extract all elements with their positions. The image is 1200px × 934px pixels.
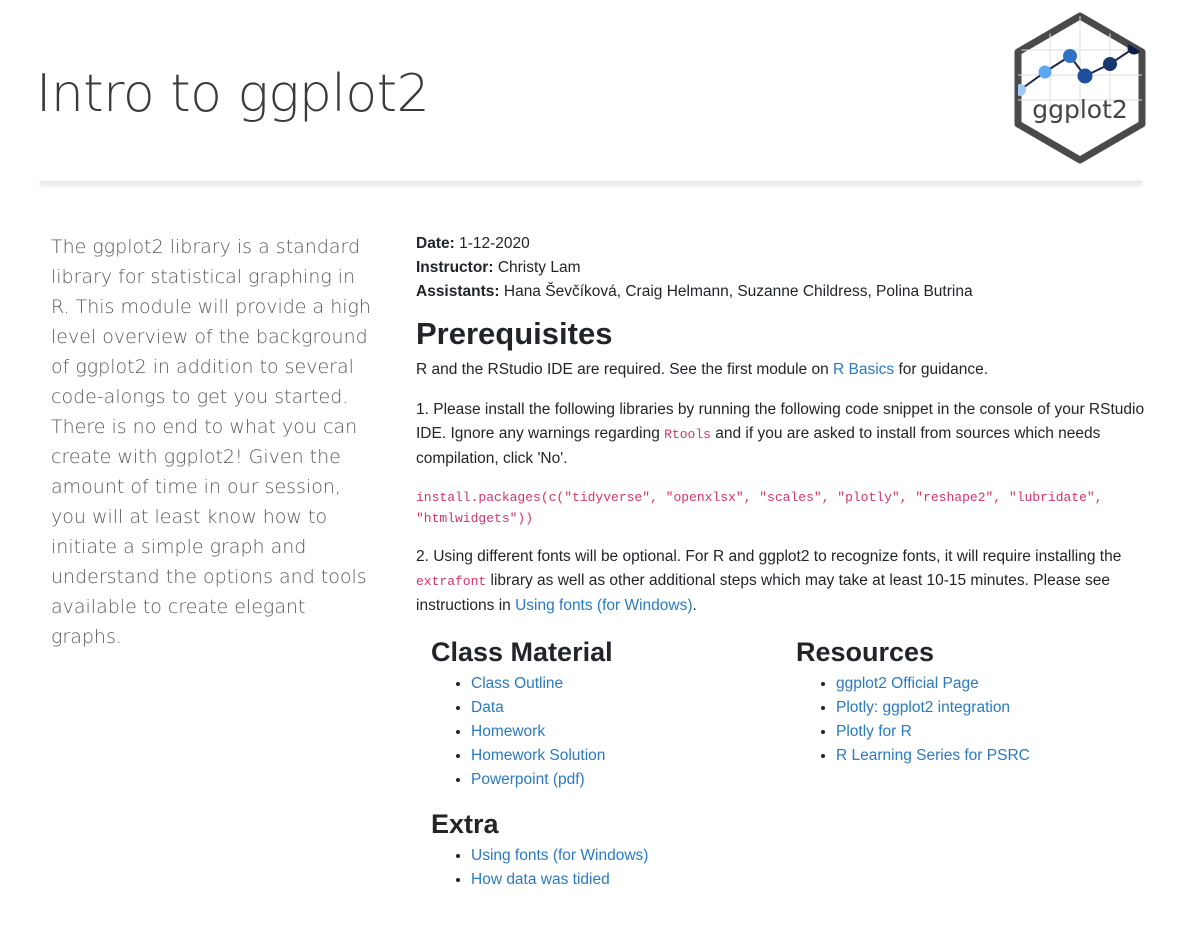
header-divider xyxy=(40,181,1142,183)
instructor-label: Instructor: xyxy=(416,259,494,276)
using-fonts-link[interactable]: Using fonts (for Windows) xyxy=(515,597,692,614)
assistants-value: Hana Ševčíková, Craig Helmann, Suzanne C… xyxy=(503,283,973,300)
ggplot2-logo: ggplot2 xyxy=(1014,12,1146,164)
assistants-label: Assistants: xyxy=(416,283,500,300)
step2-text: 2. Using different fonts will be optiona… xyxy=(416,548,1122,565)
instructor-line: Instructor: Christy Lam xyxy=(416,256,1156,280)
plotly-for-r-link[interactable]: Plotly for R xyxy=(836,723,912,740)
list-item: ggplot2 Official Page xyxy=(836,672,1030,696)
list-item: R Learning Series for PSRC xyxy=(836,744,1030,768)
install-code-snippet: install.packages(c("tidyverse", "openxls… xyxy=(416,490,1103,526)
extrafont-code: extrafont xyxy=(416,574,487,589)
intro-text-end: for guidance. xyxy=(894,361,989,378)
powerpoint-link[interactable]: Powerpoint (pdf) xyxy=(471,771,585,788)
using-fonts-extra-link[interactable]: Using fonts (for Windows) xyxy=(471,847,648,864)
list-item: Powerpoint (pdf) xyxy=(471,768,648,792)
materials-section: Class Material Class Outline Data Homewo… xyxy=(416,634,1156,934)
extra-heading: Extra xyxy=(431,809,499,839)
list-item: Homework xyxy=(471,720,648,744)
class-material-column: Class Material Class Outline Data Homewo… xyxy=(431,634,648,892)
homework-solution-link[interactable]: Homework Solution xyxy=(471,747,605,764)
class-material-heading: Class Material xyxy=(431,637,613,667)
logo-text: ggplot2 xyxy=(1032,95,1128,124)
resources-heading: Resources xyxy=(796,637,935,667)
prerequisites-intro: R and the RStudio IDE are required. See … xyxy=(416,358,1156,382)
extra-list: Using fonts (for Windows) How data was t… xyxy=(431,844,648,892)
install-step-2: 2. Using different fonts will be optiona… xyxy=(416,545,1156,618)
plotly-ggplot2-link[interactable]: Plotly: ggplot2 integration xyxy=(836,699,1010,716)
list-item: How data was tidied xyxy=(471,868,648,892)
resources-list: ggplot2 Official Page Plotly: ggplot2 in… xyxy=(796,672,1030,768)
assistants-line: Assistants: Hana Ševčíková, Craig Helman… xyxy=(416,280,1156,304)
list-item: Homework Solution xyxy=(471,744,648,768)
prerequisites-heading: Prerequisites xyxy=(416,316,613,351)
list-item: Plotly for R xyxy=(836,720,1030,744)
step2-text-end: . xyxy=(692,597,697,614)
instructor-value: Christy Lam xyxy=(497,259,581,276)
data-link[interactable]: Data xyxy=(471,699,504,716)
list-item: Using fonts (for Windows) xyxy=(471,844,648,868)
date-line: Date: 1-12-2020 xyxy=(416,232,1156,256)
rtools-code: Rtools xyxy=(664,427,711,442)
list-item: Class Outline xyxy=(471,672,648,696)
r-learning-series-link[interactable]: R Learning Series for PSRC xyxy=(836,747,1030,764)
list-item: Plotly: ggplot2 integration xyxy=(836,696,1030,720)
r-basics-link[interactable]: R Basics xyxy=(833,361,894,378)
intro-text: R and the RStudio IDE are required. See … xyxy=(416,361,834,378)
how-data-tidied-link[interactable]: How data was tidied xyxy=(471,871,610,888)
class-outline-link[interactable]: Class Outline xyxy=(471,675,563,692)
date-value: 1-12-2020 xyxy=(459,235,530,252)
homework-link[interactable]: Homework xyxy=(471,723,545,740)
list-item: Data xyxy=(471,696,648,720)
date-label: Date: xyxy=(416,235,455,252)
class-material-list: Class Outline Data Homework Homework Sol… xyxy=(431,672,648,792)
module-description: The ggplot2 library is a standard librar… xyxy=(51,236,371,648)
install-step-1: 1. Please install the following librarie… xyxy=(416,398,1156,471)
ggplot2-official-link[interactable]: ggplot2 Official Page xyxy=(836,675,979,692)
page-title: Intro to ggplot2 xyxy=(36,64,430,124)
resources-column: Resources ggplot2 Official Page Plotly: … xyxy=(796,634,1030,768)
main-content: Date: 1-12-2020 Instructor: Christy Lam … xyxy=(416,232,1156,934)
